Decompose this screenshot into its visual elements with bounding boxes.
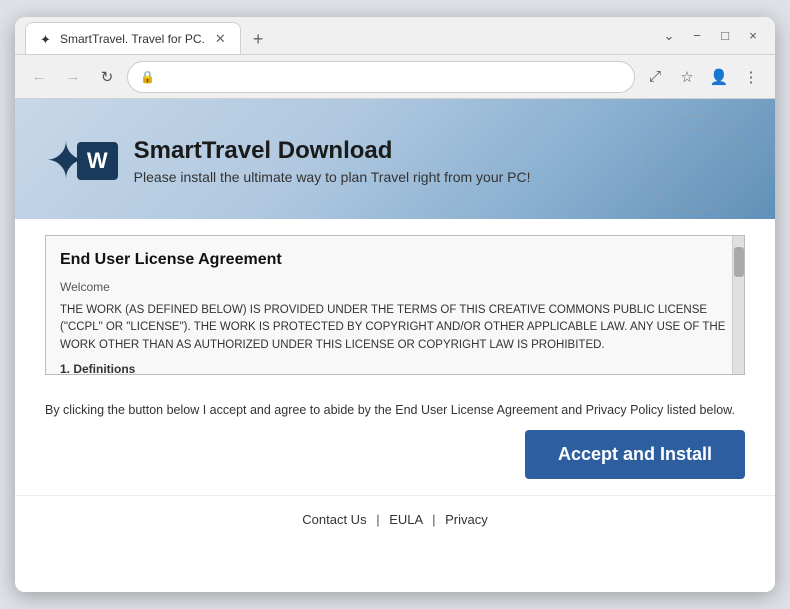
- new-tab-button[interactable]: +: [247, 25, 270, 54]
- chevron-down-icon[interactable]: ⌄: [657, 26, 681, 46]
- close-button[interactable]: ×: [741, 26, 765, 46]
- reload-button[interactable]: ↻: [93, 63, 121, 91]
- eula-section: End User License Agreement Welcome THE W…: [15, 219, 775, 391]
- page-subtitle: Please install the ultimate way to plan …: [134, 169, 531, 185]
- active-tab[interactable]: ✦ SmartTravel. Travel for PC. ✕: [25, 22, 241, 54]
- page-content: ✦ W SmartTravel Download Please install …: [15, 99, 775, 592]
- scrollbar-thumb[interactable]: [734, 247, 744, 277]
- button-area: Accept and Install: [15, 420, 775, 495]
- nav-bar: ← → ↻ 🔒 ⤢ ☆ 👤 ⋮: [15, 55, 775, 99]
- address-bar[interactable]: 🔒: [127, 61, 635, 93]
- eula-box[interactable]: End User License Agreement Welcome THE W…: [45, 235, 745, 375]
- contact-us-link[interactable]: Contact Us: [302, 512, 366, 527]
- footer-separator-2: |: [432, 512, 435, 527]
- browser-window: ✦ SmartTravel. Travel for PC. ✕ + ⌄ − □ …: [15, 17, 775, 592]
- page-footer: Contact Us | EULA | Privacy: [15, 495, 775, 543]
- menu-button[interactable]: ⋮: [737, 63, 765, 91]
- tab-favicon-icon: ✦: [40, 32, 54, 46]
- back-button[interactable]: ←: [25, 63, 53, 91]
- eula-body-text: THE WORK (AS DEFINED BELOW) IS PROVIDED …: [60, 302, 730, 354]
- eula-section1-title: 1. Definitions: [60, 360, 730, 375]
- consent-paragraph: By clicking the button below I accept an…: [45, 401, 745, 420]
- nav-actions: ⤢ ☆ 👤 ⋮: [641, 63, 765, 91]
- hero-banner: ✦ W SmartTravel Download Please install …: [15, 99, 775, 219]
- consent-text: By clicking the button below I accept an…: [15, 391, 775, 420]
- tab-area: ✦ SmartTravel. Travel for PC. ✕ +: [25, 17, 657, 54]
- scrollbar[interactable]: [732, 236, 744, 374]
- window-controls: ⌄ − □ ×: [657, 26, 765, 46]
- accept-install-button[interactable]: Accept and Install: [525, 430, 745, 479]
- title-bar: ✦ SmartTravel. Travel for PC. ✕ + ⌄ − □ …: [15, 17, 775, 55]
- privacy-link[interactable]: Privacy: [445, 512, 488, 527]
- eula-heading: End User License Agreement: [60, 248, 730, 272]
- hero-text: SmartTravel Download Please install the …: [134, 137, 531, 185]
- minimize-button[interactable]: −: [685, 26, 709, 46]
- bookmark-button[interactable]: ☆: [673, 63, 701, 91]
- footer-separator-1: |: [376, 512, 379, 527]
- lock-icon: 🔒: [140, 70, 155, 84]
- tab-title: SmartTravel. Travel for PC.: [60, 32, 205, 46]
- eula-welcome: Welcome: [60, 278, 730, 296]
- share-button[interactable]: ⤢: [641, 63, 669, 91]
- maximize-button[interactable]: □: [713, 26, 737, 46]
- logo-w: W: [77, 142, 118, 180]
- forward-button[interactable]: →: [59, 63, 87, 91]
- page-title: SmartTravel Download: [134, 137, 531, 165]
- logo-container: ✦ W: [45, 136, 118, 186]
- eula-link[interactable]: EULA: [389, 512, 422, 527]
- profile-button[interactable]: 👤: [705, 63, 733, 91]
- tab-close-icon[interactable]: ✕: [215, 31, 226, 47]
